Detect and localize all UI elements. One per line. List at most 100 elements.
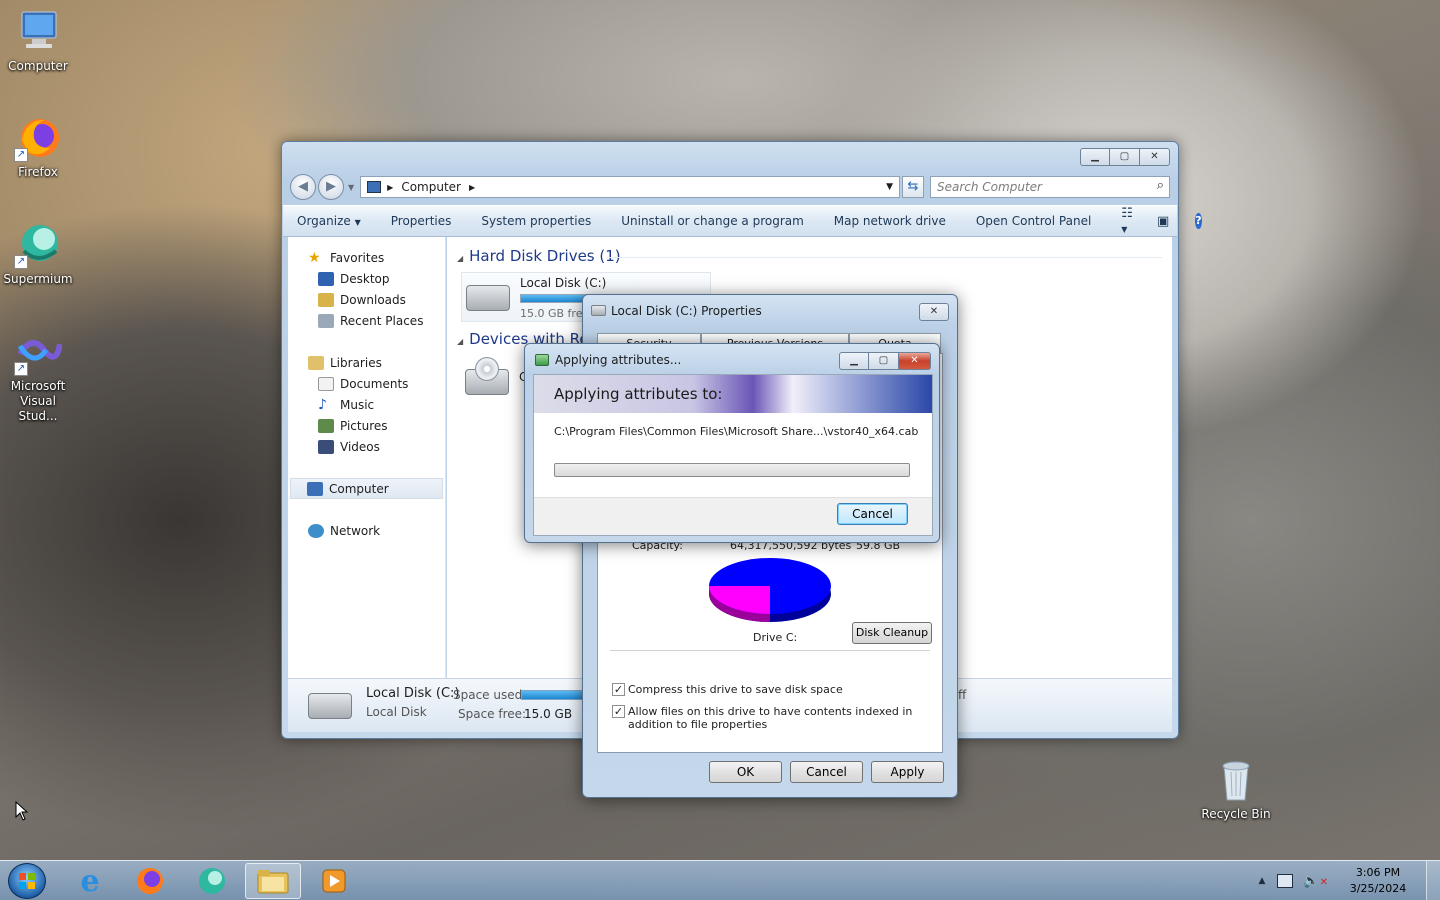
breadcrumb-computer[interactable]: Computer [401, 180, 461, 194]
show-desktop-button[interactable] [1426, 861, 1440, 900]
window-caption-buttons: ▁ ▢ ✕ [839, 352, 931, 370]
maximize-button[interactable]: ▢ [869, 352, 899, 370]
nav-desktop[interactable]: Desktop [288, 268, 445, 289]
apply-button[interactable]: Apply [871, 761, 944, 783]
shortcut-arrow-icon: ↗ [14, 148, 28, 162]
maximize-button[interactable]: ▢ [1110, 148, 1140, 166]
desktop-icon-visual-studio[interactable]: ↗ Microsoft Visual Stud... [0, 328, 76, 424]
taskbar-explorer[interactable] [245, 863, 301, 899]
star-icon: ★ [308, 249, 321, 266]
desktop-icon-computer[interactable]: Computer [0, 8, 76, 74]
minimize-button[interactable]: ▁ [1080, 148, 1110, 166]
pictures-icon [318, 418, 334, 433]
volume-muted-icon[interactable]: 🔈✕ [1303, 874, 1328, 889]
clock[interactable]: 3:06 PM 3/25/2024 [1338, 865, 1418, 897]
nav-computer[interactable]: Computer [290, 478, 443, 499]
minimize-button[interactable]: ▁ [839, 352, 869, 370]
progress-small-icon [535, 354, 549, 366]
group-hard-disk-drives[interactable]: ◢ Hard Disk Drives (1) [457, 247, 621, 265]
index-checkbox[interactable]: ✓ [612, 705, 625, 718]
desktop-icon-recycle-bin[interactable]: Recycle Bin [1198, 756, 1274, 822]
command-bar: Organize ▼ Properties System properties … [283, 205, 1202, 237]
nav-music[interactable]: ♪ Music [288, 394, 445, 415]
help-icon[interactable]: ? [1195, 213, 1202, 229]
address-dropdown-icon[interactable]: ▼ [886, 182, 893, 192]
view-options-icon[interactable]: ☷ ▼ [1121, 206, 1133, 236]
applying-attributes-dialog: Applying attributes... ▁ ▢ ✕ Applying at… [524, 343, 940, 543]
group-separator [607, 257, 1162, 258]
search-icon: ⌕ [1156, 178, 1164, 193]
desktop-icon-firefox[interactable]: ↗ Firefox [0, 114, 76, 180]
media-player-icon [322, 869, 346, 893]
breadcrumb-separator-icon[interactable]: ▶ [387, 183, 393, 192]
map-network-drive-button[interactable]: Map network drive [834, 214, 946, 228]
internet-explorer-icon: e [80, 863, 100, 899]
open-control-panel-button[interactable]: Open Control Panel [976, 214, 1091, 228]
recent-pages-dropdown-icon[interactable]: ▼ [348, 183, 354, 192]
dvd-disc-icon [475, 357, 499, 381]
supermium-icon [199, 868, 225, 894]
nav-favorites[interactable]: ★ Favorites [288, 247, 445, 268]
preview-pane-icon[interactable]: ▣ [1157, 214, 1169, 229]
nav-libraries[interactable]: Libraries [288, 352, 445, 373]
details-space-free-value: 15.0 GB [524, 707, 573, 721]
organize-button[interactable]: Organize ▼ [297, 214, 361, 228]
address-bar[interactable]: ▶ Computer ▶ ▼ [360, 176, 900, 198]
navigation-pane: ★ Favorites Desktop Downloads Recent Plac… [288, 237, 446, 678]
taskbar-firefox[interactable] [122, 863, 178, 899]
drive-small-icon [591, 305, 606, 316]
taskbar-supermium[interactable] [184, 863, 240, 899]
window-caption-buttons: ▁ ▢ ✕ [1080, 148, 1170, 166]
disk-cleanup-button[interactable]: Disk Cleanup [852, 622, 932, 644]
system-properties-button[interactable]: System properties [481, 214, 591, 228]
desktop-icon-label: Supermium [3, 272, 73, 286]
computer-icon [14, 8, 62, 56]
cancel-button[interactable]: Cancel [790, 761, 863, 783]
details-trailing-text: ff [958, 688, 967, 702]
taskbar-media-player[interactable] [306, 863, 362, 899]
close-button[interactable]: ✕ [1140, 148, 1170, 166]
ok-button[interactable]: OK [709, 761, 782, 783]
firefox-icon: ↗ [14, 114, 62, 162]
drive-letter-label: Drive C: [753, 631, 798, 644]
uninstall-program-button[interactable]: Uninstall or change a program [621, 214, 804, 228]
recent-places-icon [318, 313, 334, 328]
forward-button[interactable]: ▶ [318, 174, 344, 200]
clock-date: 3/25/2024 [1349, 882, 1407, 895]
refresh-button[interactable]: ⇆ [902, 176, 924, 198]
nav-downloads[interactable]: Downloads [288, 289, 445, 310]
start-button[interactable] [8, 863, 46, 899]
panel-separator [610, 650, 930, 651]
desktop-icon-label: Recycle Bin [1201, 807, 1271, 821]
taskbar-internet-explorer[interactable]: e [62, 863, 118, 899]
properties-button[interactable]: Properties [391, 214, 452, 228]
breadcrumb-separator-icon[interactable]: ▶ [469, 183, 475, 192]
nav-videos[interactable]: Videos [288, 436, 445, 457]
heading-text: Applying attributes to: [554, 385, 723, 403]
clock-time: 3:06 PM [1355, 866, 1401, 879]
documents-icon [318, 376, 334, 391]
drive-free-space: 15.0 GB free [520, 307, 590, 320]
nav-pictures[interactable]: Pictures [288, 415, 445, 436]
desktop-icon-label: Firefox [18, 165, 58, 179]
search-input[interactable]: Search Computer [930, 176, 1170, 198]
nav-network[interactable]: Network [288, 520, 445, 541]
supermium-icon: ↗ [14, 221, 62, 269]
dialog-title: Local Disk (C:) Properties [611, 304, 762, 318]
close-button[interactable]: ✕ [919, 303, 949, 321]
dvd-drive-item[interactable]: C [461, 355, 527, 405]
desktop-icon-label: Computer [8, 59, 68, 73]
nav-documents[interactable]: Documents [288, 373, 445, 394]
network-icon [308, 523, 324, 538]
compress-checkbox[interactable]: ✓ [612, 683, 625, 696]
nav-recent-places[interactable]: Recent Places [288, 310, 445, 331]
close-button[interactable]: ✕ [899, 352, 931, 370]
taskbar: e ▲ 🔈✕ 3:06 PM 3/25/2024 [0, 860, 1440, 900]
computer-icon [367, 181, 382, 193]
cancel-button[interactable]: Cancel [837, 503, 908, 525]
music-icon: ♪ [318, 396, 327, 413]
desktop-icon-supermium[interactable]: ↗ Supermium [0, 221, 76, 287]
show-hidden-icons-icon[interactable]: ▲ [1259, 876, 1266, 886]
back-button[interactable]: ◀ [290, 174, 316, 200]
network-status-icon[interactable] [1277, 874, 1294, 888]
